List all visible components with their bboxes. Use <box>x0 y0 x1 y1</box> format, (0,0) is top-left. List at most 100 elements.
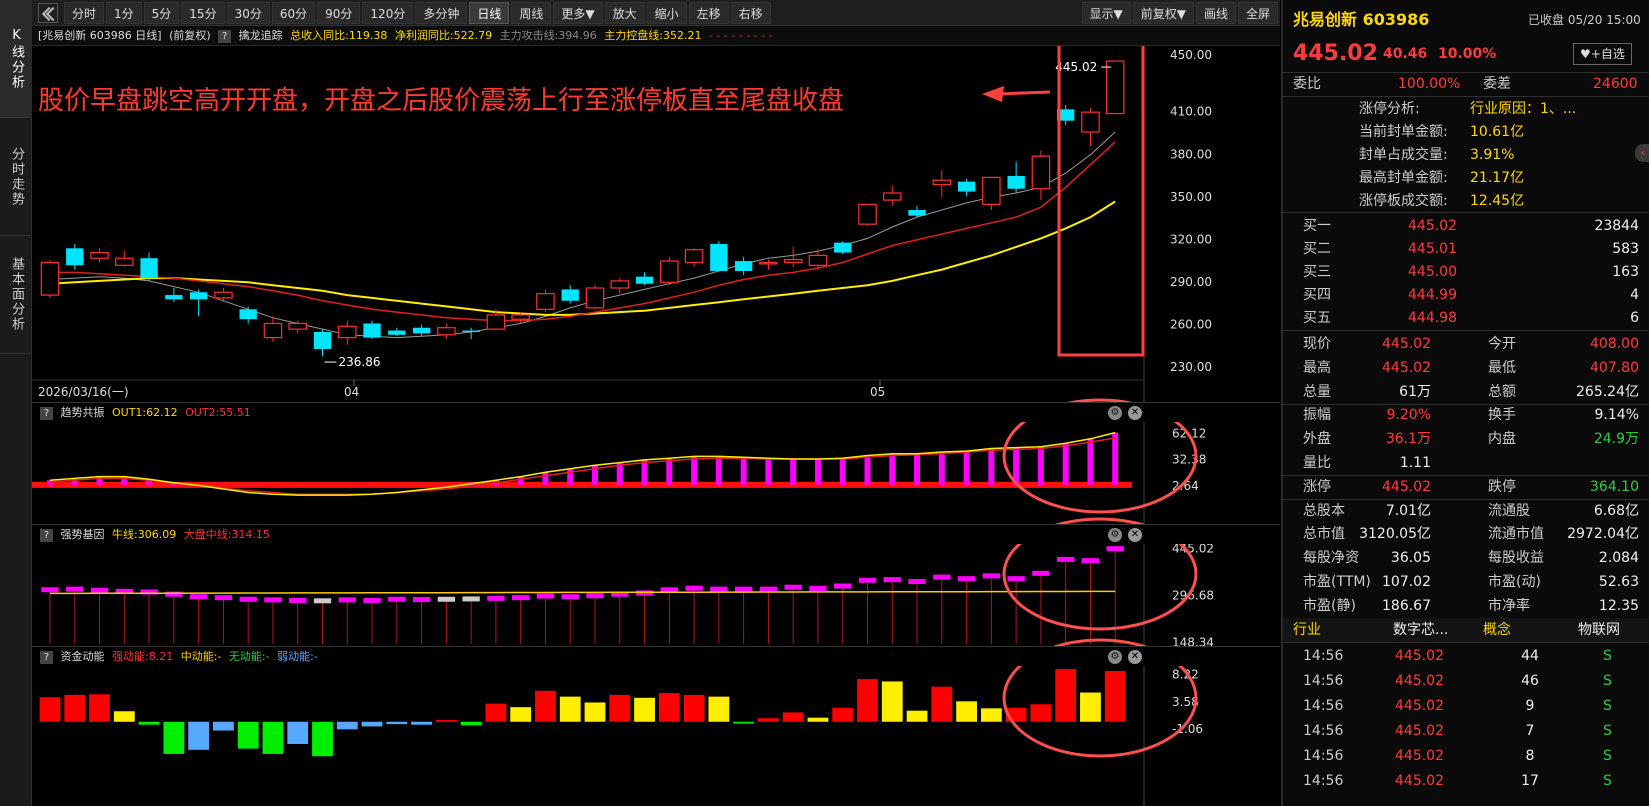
gear-icon[interactable]: ⚙ <box>1108 528 1122 542</box>
close-icon[interactable]: ✕ <box>1128 650 1142 664</box>
candle-body <box>684 249 704 264</box>
btn-zoom-out[interactable]: 缩小 <box>646 1 687 24</box>
candle-body <box>536 293 555 310</box>
btn-15min[interactable]: 15分 <box>181 1 225 24</box>
stats-row: 涨停 445.02 跌停 364.10 <box>1283 475 1649 499</box>
tick-row: 14:56 445.02 7 S <box>1283 719 1649 743</box>
fund-bar <box>510 707 532 722</box>
btn-move-right[interactable]: 右移 <box>730 1 771 24</box>
fund-bar <box>411 721 432 725</box>
chart-canvas[interactable]: 450.00 410.00 380.00 350.00 320.00 290.00 260.… <box>32 46 1280 806</box>
stat-value: 61万 <box>1399 383 1431 400</box>
fund-bar <box>138 721 160 725</box>
close-icon[interactable]: ✕ <box>1128 528 1142 542</box>
gene-block <box>189 594 208 600</box>
btn-weekly[interactable]: 周线 <box>511 1 552 24</box>
tab-fundamental-analysis[interactable]: 基本面分析 <box>0 236 32 354</box>
osc-bar <box>914 453 921 485</box>
btn-draw[interactable]: 画线 <box>1195 1 1236 24</box>
help-icon[interactable]: ? <box>218 30 232 43</box>
bid-row: 买五 444.98 6 <box>1283 306 1649 330</box>
candle-body <box>214 291 233 299</box>
add-watchlist-button[interactable]: ♥+自选 <box>1573 43 1632 65</box>
ma-line-yellow <box>49 200 1116 316</box>
btn-fullscreen[interactable]: 全屏 <box>1237 1 1278 24</box>
osc-bar <box>641 459 648 485</box>
gear-icon[interactable]: ⚙ <box>1108 406 1122 420</box>
close-icon[interactable]: ✕ <box>1128 406 1142 420</box>
btn-60min[interactable]: 60分 <box>271 1 316 24</box>
candle-body <box>412 327 431 334</box>
limit-info-value: 行业原因：1、... <box>1470 101 1577 117</box>
help-icon[interactable]: ? <box>40 407 53 420</box>
btn-zoom-in[interactable]: 放大 <box>604 1 645 24</box>
btn-daily[interactable]: 日线 <box>469 1 510 24</box>
weibi-value: 100.00% <box>1398 76 1461 92</box>
panel-gene-market: 大盘中线:314.15 <box>183 528 270 541</box>
gene-block <box>536 593 555 599</box>
low-price-label: 236.86 <box>339 355 381 369</box>
bid-price: 444.99 <box>1408 287 1457 303</box>
btn-more[interactable]: 更多▼ <box>553 1 603 24</box>
btn-1min[interactable]: 1分 <box>106 1 142 24</box>
indicator-name: 擒龙追踪 <box>238 29 283 42</box>
limit-info-key: 当前封单金额: <box>1359 124 1448 140</box>
stat-key: 总股本 <box>1303 502 1345 519</box>
revenue-yoy: 总收入同比:119.38 <box>290 29 388 42</box>
industry-label: 行业 <box>1293 622 1321 638</box>
gene-block <box>90 587 109 593</box>
bid-level: 买五 <box>1303 310 1331 326</box>
help-icon[interactable]: ? <box>40 651 53 664</box>
concept-value[interactable]: 物联网 <box>1578 618 1620 642</box>
price-row: 445.02 40.46 10.00% ♥+自选 <box>1283 38 1649 70</box>
tick-row: 14:56 445.02 44 S <box>1283 644 1649 668</box>
btn-90min[interactable]: 90分 <box>317 1 361 24</box>
y-tick-label: 320.00 <box>1170 232 1212 246</box>
collapse-icon[interactable] <box>38 2 58 23</box>
osc-bar <box>938 452 945 485</box>
candle-body <box>932 179 952 186</box>
panel-fund-none: 无动能:- <box>228 650 270 663</box>
weibi-label: 委比 <box>1293 76 1321 92</box>
tick-price: 445.02 <box>1395 673 1444 689</box>
candle-body <box>585 287 605 309</box>
tab-intraday-trend[interactable]: 分时走势 <box>0 118 32 236</box>
collapse-arrow-icon[interactable]: ‹ <box>1635 144 1649 162</box>
btn-intraday[interactable]: 分时 <box>64 1 105 24</box>
x-tick-label: 05 <box>870 385 885 399</box>
tick-row: 14:56 445.02 17 S <box>1283 769 1649 793</box>
gene-block <box>933 574 951 580</box>
gene-block <box>1081 558 1100 564</box>
stat-value: 36.1万 <box>1385 431 1431 448</box>
fund-bar <box>287 721 309 744</box>
stat-key: 流通股 <box>1488 502 1530 519</box>
osc-bar <box>1062 443 1069 485</box>
chart-area[interactable]: 450.00 410.00 380.00 350.00 320.00 290.00 260.… <box>32 46 1280 806</box>
y-tick-label: 450.00 <box>1170 48 1212 62</box>
industry-value[interactable]: 数字芯... <box>1393 618 1448 642</box>
help-icon[interactable]: ? <box>40 529 53 542</box>
stat-value: 24.9万 <box>1593 431 1639 448</box>
gene-block <box>462 596 480 602</box>
gene-block <box>908 579 926 585</box>
gear-icon[interactable]: ⚙ <box>1108 650 1122 664</box>
gene-block <box>1032 570 1050 576</box>
stat-value: 445.02 <box>1382 359 1431 376</box>
btn-move-left[interactable]: 左移 <box>688 1 729 24</box>
btn-120min[interactable]: 120分 <box>362 1 414 24</box>
gene-block <box>412 597 431 603</box>
fund-bar <box>237 721 259 749</box>
limit-info-key: 涨停分析: <box>1359 101 1420 117</box>
tick-time: 14:56 <box>1303 648 1344 664</box>
osc-bar <box>889 453 896 485</box>
tab-kline-analysis[interactable]: K线分析 <box>0 0 32 118</box>
btn-30min[interactable]: 30分 <box>226 1 270 24</box>
btn-display[interactable]: 显示▼ <box>1081 1 1131 24</box>
btn-5min[interactable]: 5分 <box>143 1 180 24</box>
btn-multi-min[interactable]: 多分钟 <box>415 1 468 24</box>
stats-row: 现价 445.02 今开 408.00 <box>1283 332 1649 356</box>
fund-bar <box>634 697 655 722</box>
control-line: 主力控盘线:352.21 <box>604 29 702 42</box>
limit-info-row: 最高封单金额: 21.17亿 <box>1283 167 1649 190</box>
btn-adjust[interactable]: 前复权▼ <box>1132 1 1194 24</box>
